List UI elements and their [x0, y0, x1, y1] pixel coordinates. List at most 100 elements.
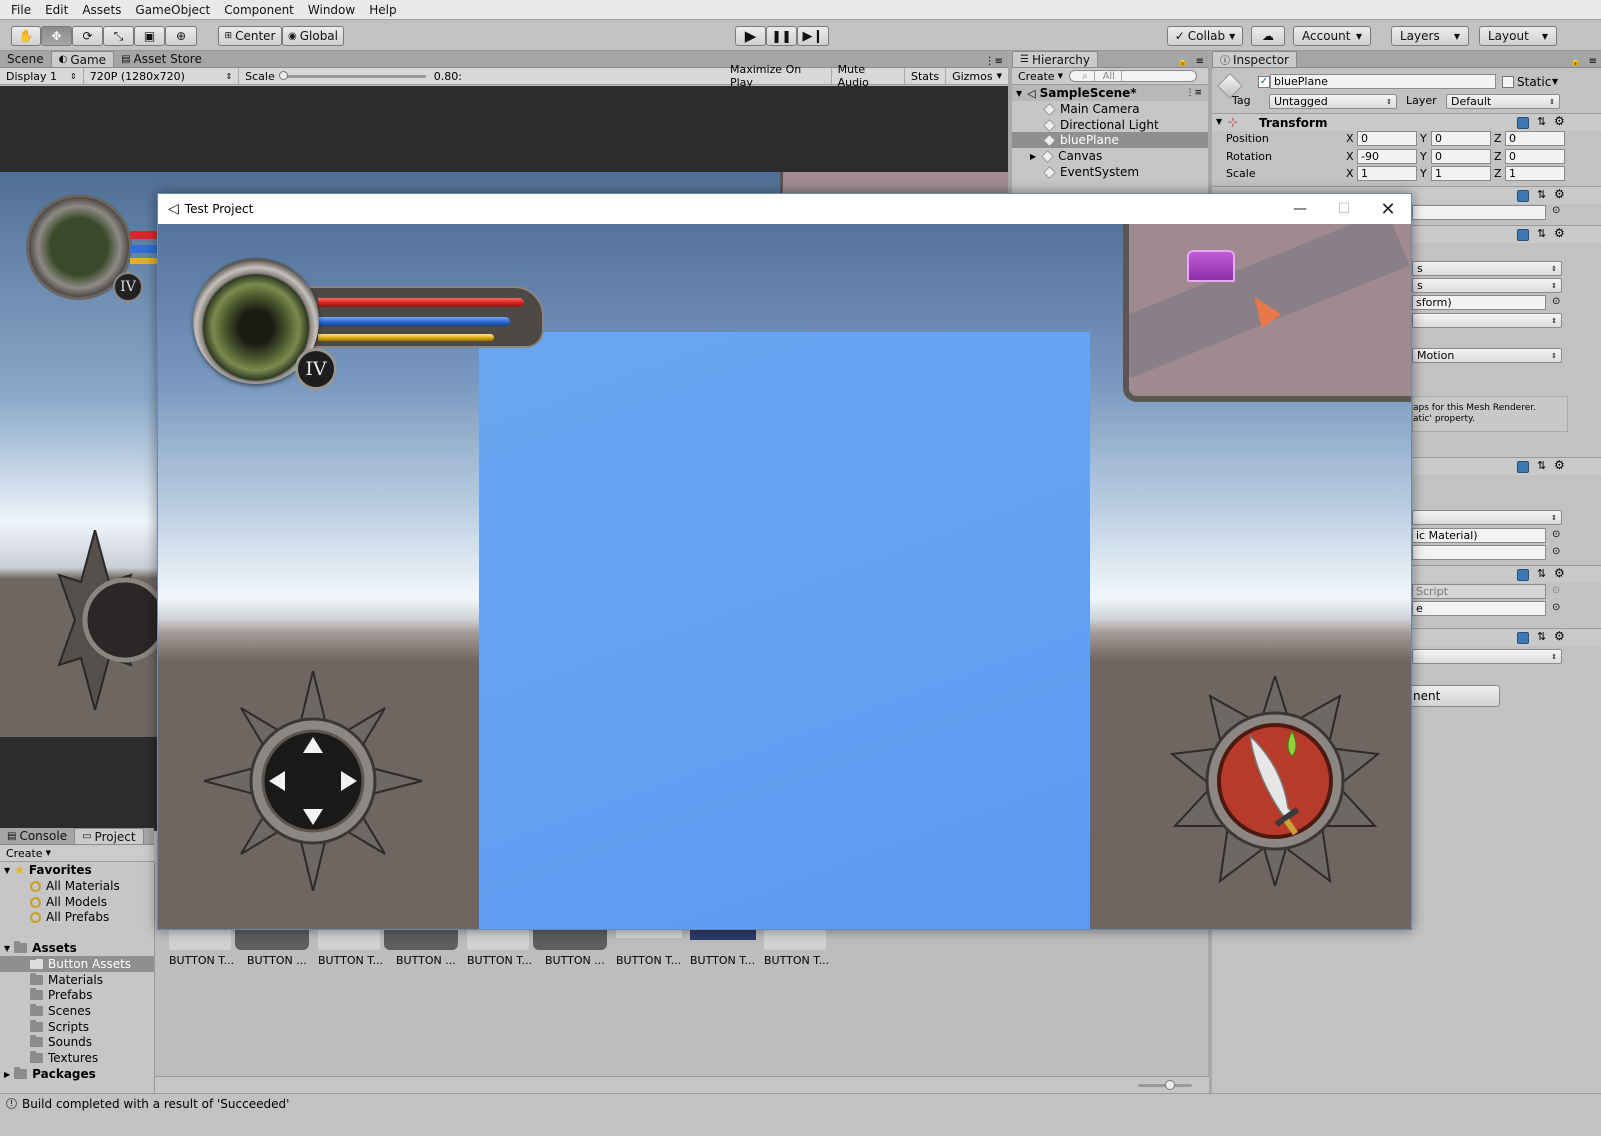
scale-slider-thumb[interactable] [278, 70, 288, 80]
step-button[interactable]: ▶❙ [797, 26, 829, 46]
scale-y-field[interactable]: 1 [1431, 166, 1491, 181]
hierarchy-item-main-camera[interactable]: Main Camera [1012, 101, 1208, 117]
test-project-window[interactable]: ◁ Test Project — ☐ ✕ IV [157, 193, 1412, 930]
attack-button[interactable] [1170, 676, 1380, 886]
collider-mesh-field[interactable] [1412, 545, 1546, 560]
move-tool-button[interactable]: ✥ [41, 26, 72, 46]
object-picker-icon[interactable]: ⊙ [1552, 529, 1560, 540]
lock-icon[interactable]: 🔒 [1567, 57, 1584, 67]
shader-dropdown[interactable]: ⇕ [1412, 649, 1562, 664]
help-book-icon[interactable] [1517, 117, 1529, 129]
scale-x-field[interactable]: 1 [1357, 166, 1417, 181]
resolution-dropdown[interactable]: 720P (1280x720) ⇕ [84, 68, 240, 84]
help-book-icon[interactable] [1517, 461, 1529, 473]
static-dropdown-icon[interactable]: ▼ [1552, 77, 1558, 86]
hierarchy-create-button[interactable]: Create ▼ [1012, 68, 1069, 84]
panel-menu-icon[interactable]: ≡ [1192, 56, 1208, 67]
help-book-icon[interactable] [1517, 190, 1529, 202]
asset-tile[interactable] [384, 928, 458, 950]
add-component-button[interactable]: nent [1402, 685, 1500, 707]
tab-project[interactable]: ▭ Project [74, 828, 144, 844]
layers-dropdown[interactable]: Layers ▼ [1391, 26, 1469, 46]
object-picker-icon[interactable]: ⊙ [1552, 602, 1560, 613]
renderer-dropdown-3[interactable]: ⇕ [1412, 313, 1562, 328]
asset-tile[interactable] [533, 928, 607, 950]
script-property-field[interactable]: e [1412, 601, 1546, 616]
tab-asset-store[interactable]: ▤ Asset Store [114, 51, 209, 67]
menu-file[interactable]: File [4, 3, 38, 17]
rotation-y-field[interactable]: 0 [1431, 149, 1491, 164]
game-render[interactable]: IV [158, 224, 1411, 929]
transform-header[interactable]: ▼ ⊹ Transform ⇅ ⚙ [1212, 113, 1601, 131]
scale-z-field[interactable]: 1 [1505, 166, 1565, 181]
rotation-x-field[interactable]: -90 [1357, 149, 1417, 164]
menu-assets[interactable]: Assets [75, 3, 128, 17]
motion-vectors-dropdown[interactable]: Motion ⇕ [1412, 348, 1562, 363]
folder-materials[interactable]: Materials [30, 972, 103, 988]
active-checkbox[interactable]: ✓ [1258, 76, 1270, 88]
layer-dropdown[interactable]: Default ⇕ [1446, 94, 1560, 109]
menu-window[interactable]: Window [301, 3, 362, 17]
rotation-z-field[interactable]: 0 [1505, 149, 1565, 164]
transform-tool-button[interactable]: ⊕ [165, 26, 197, 46]
panel-menu-icon[interactable]: ⋮≡ [980, 56, 1008, 67]
play-button[interactable]: ▶ [735, 26, 766, 46]
treasure-chest-icon[interactable] [1187, 250, 1235, 282]
asset-tile[interactable] [467, 928, 529, 950]
folder-button-assets[interactable]: Button Assets [0, 956, 154, 972]
minimize-button[interactable]: — [1278, 194, 1322, 224]
object-name-field[interactable]: bluePlane [1270, 74, 1496, 89]
expand-arrow-icon[interactable]: ▼ [4, 944, 10, 953]
collider-dropdown[interactable]: ⇕ [1412, 510, 1562, 525]
gear-icon[interactable]: ⚙ [1554, 187, 1565, 201]
material-field[interactable]: ic Material) [1412, 528, 1546, 543]
menu-edit[interactable]: Edit [38, 3, 75, 17]
gear-icon[interactable]: ⚙ [1554, 226, 1565, 240]
position-y-field[interactable]: 0 [1431, 131, 1491, 146]
cloud-button[interactable]: ☁ [1251, 26, 1285, 46]
menu-help[interactable]: Help [362, 3, 403, 17]
minimap[interactable] [1123, 224, 1411, 402]
favorite-all-materials[interactable]: All Materials [30, 878, 120, 894]
folder-textures[interactable]: Textures [30, 1050, 98, 1066]
packages-row[interactable]: ▶ Packages [4, 1066, 96, 1082]
gear-icon[interactable]: ⚙ [1554, 114, 1565, 128]
stats-toggle[interactable]: Stats [905, 68, 947, 84]
mesh-field[interactable] [1412, 205, 1546, 220]
maximize-on-play-toggle[interactable]: Maximize On Play [724, 63, 832, 89]
anchor-override-field[interactable]: sform) [1412, 295, 1546, 310]
favorite-all-prefabs[interactable]: All Prefabs [30, 909, 109, 925]
lock-icon[interactable]: 🔒 [1174, 57, 1191, 67]
mute-audio-toggle[interactable]: Mute Audio [832, 63, 905, 89]
expand-arrow-icon[interactable]: ▼ [4, 866, 10, 875]
rotate-tool-button[interactable]: ⟳ [72, 26, 103, 46]
menu-component[interactable]: Component [217, 3, 301, 17]
gizmos-dropdown[interactable]: Gizmos ▼ [946, 68, 1008, 84]
scene-menu-icon[interactable]: ⋮≡ [1185, 88, 1208, 98]
folder-prefabs[interactable]: Prefabs [30, 987, 93, 1003]
hierarchy-item-canvas[interactable]: ▶ Canvas [1012, 148, 1208, 164]
account-dropdown[interactable]: Account ▼ [1293, 26, 1371, 46]
favorites-row[interactable]: ▼ ★ Favorites [4, 862, 92, 878]
rect-tool-button[interactable]: ▣ [134, 26, 165, 46]
folder-scenes[interactable]: Scenes [30, 1003, 91, 1019]
pause-button[interactable]: ❚❚ [766, 26, 797, 46]
scale-slider[interactable] [278, 70, 426, 80]
maximize-button[interactable]: ☐ [1322, 194, 1366, 224]
renderer-dropdown-2[interactable]: s ⇕ [1412, 278, 1562, 293]
scene-root-row[interactable]: ▼ ◁ SampleScene* ⋮≡ [1012, 85, 1208, 101]
gear-icon[interactable]: ⚙ [1554, 458, 1565, 472]
panel-menu-icon[interactable]: ≡ [1585, 56, 1601, 67]
folder-scripts[interactable]: Scripts [30, 1019, 89, 1035]
status-bar[interactable]: ! Build completed with a result of 'Succ… [0, 1093, 1601, 1114]
assets-row[interactable]: ▼ Assets [4, 940, 77, 956]
hierarchy-item-blueplane[interactable]: bluePlane [1012, 132, 1208, 148]
tab-inspector[interactable]: ⓘ Inspector [1212, 51, 1297, 67]
preset-icon[interactable]: ⇅ [1537, 567, 1546, 580]
help-book-icon[interactable] [1517, 632, 1529, 644]
hand-tool-button[interactable]: ✋ [11, 26, 41, 46]
display-dropdown[interactable]: Display 1 ⇕ [0, 68, 84, 84]
help-book-icon[interactable] [1517, 569, 1529, 581]
asset-tile[interactable] [764, 928, 826, 950]
preset-icon[interactable]: ⇅ [1537, 459, 1546, 472]
